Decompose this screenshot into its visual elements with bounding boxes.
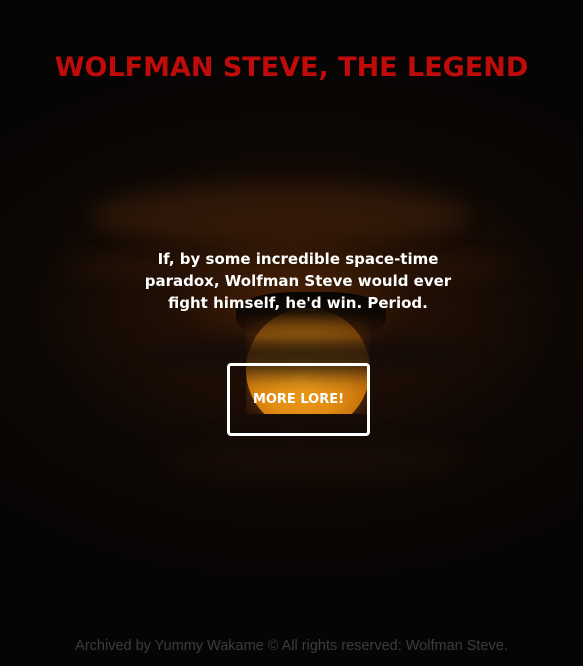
page-title: WOLFMAN STEVE, THE LEGEND xyxy=(54,52,529,83)
footer-copyright: Archived by Yummy Wakame © All rights re… xyxy=(75,638,508,654)
background-cloud xyxy=(170,440,460,480)
lore-quote: If, by some incredible space-time parado… xyxy=(144,250,452,312)
more-lore-button[interactable]: MORE LORE! xyxy=(227,363,370,436)
background-cloud xyxy=(90,185,470,245)
page: WOLFMAN STEVE, THE LEGEND If, by some in… xyxy=(0,0,583,666)
